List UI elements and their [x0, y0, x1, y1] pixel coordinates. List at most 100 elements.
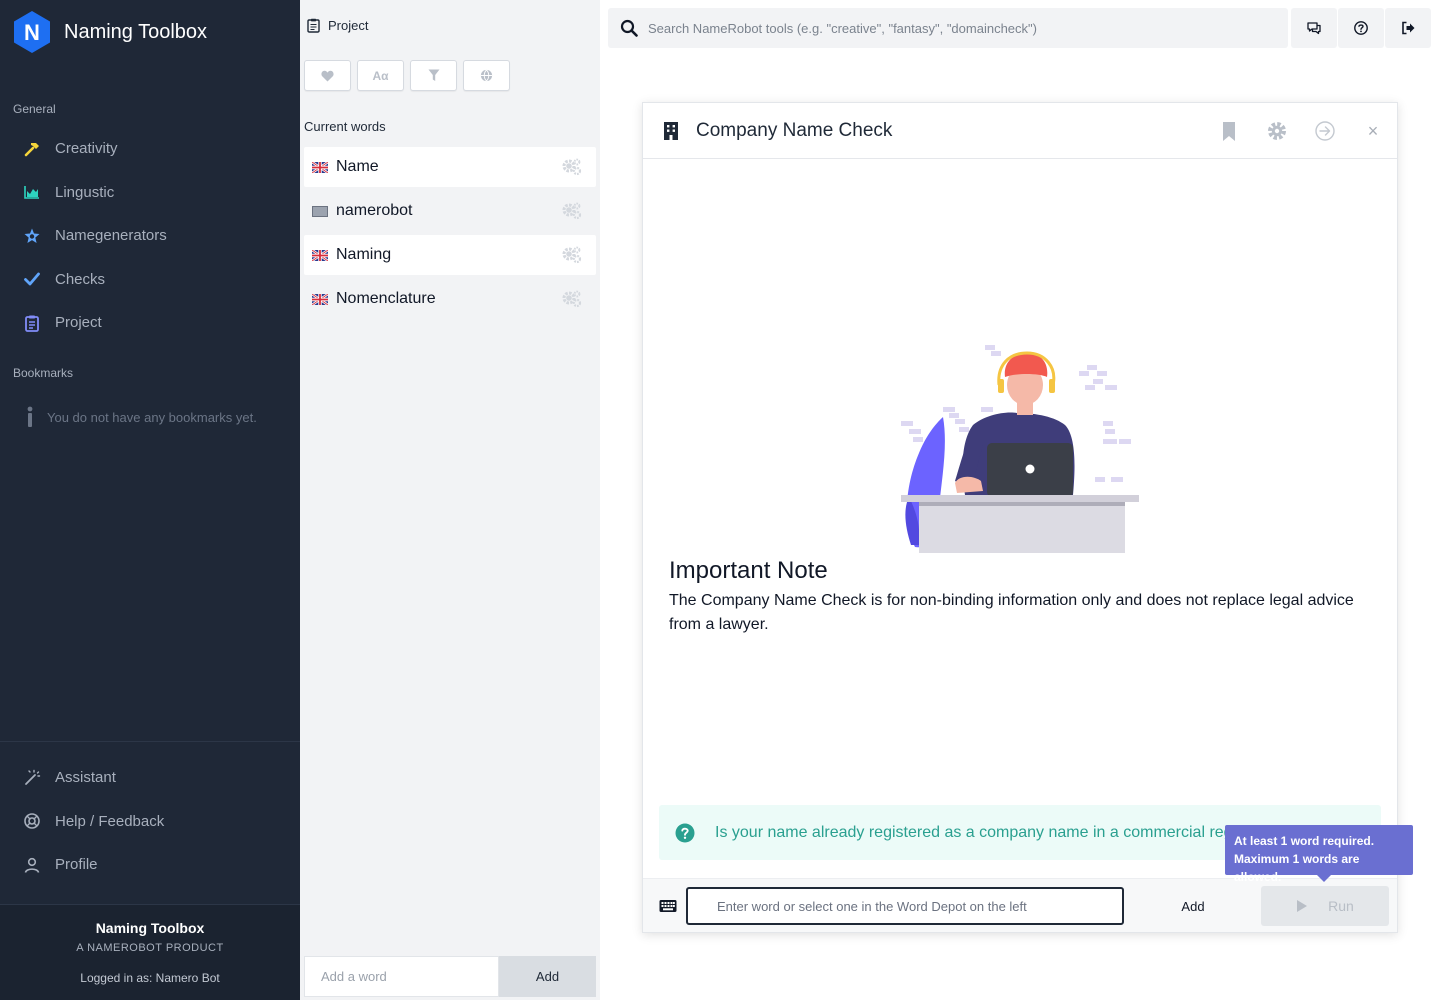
important-note-text: The Company Name Check is for non-bindin… [669, 592, 1354, 633]
word-item-nomenclature[interactable]: Nomenclature [304, 279, 596, 319]
word-item-namerobot[interactable]: namerobot [304, 191, 596, 231]
company-name-check-panel: Company Name Check × Important Note The … [642, 102, 1413, 933]
sidebar-footer: Naming Toolbox A NAMEROBOT PRODUCT Logge… [0, 904, 300, 1000]
cogs-icon[interactable] [562, 202, 582, 220]
feedback-chat-button[interactable] [1291, 8, 1337, 48]
close-icon: × [1367, 120, 1379, 141]
user-icon [23, 856, 41, 874]
uk-flag-icon [312, 293, 328, 305]
logout-button[interactable] [1385, 8, 1431, 48]
important-note-title: Important Note [669, 557, 828, 584]
word-label: Name [336, 158, 379, 175]
check-icon [23, 270, 41, 288]
sidebar-item-checks[interactable]: Checks [0, 258, 300, 302]
depot-title: Project [328, 18, 369, 33]
language-filter-button[interactable] [463, 60, 510, 91]
secondary-nav: Assistant Help / Feedback Profile [0, 741, 300, 887]
word-item-naming[interactable]: Naming [304, 235, 596, 275]
building-icon [664, 121, 678, 140]
sidebar-item-label: Checks [55, 270, 106, 288]
panel-header: Company Name Check × [643, 103, 1397, 159]
clipboard-icon [307, 18, 320, 33]
sidebar-item-lingustic[interactable]: Lingustic [0, 171, 300, 215]
magic-wand-icon [23, 769, 41, 787]
brand[interactable]: N Naming Toolbox [12, 10, 207, 54]
sidebar-item-project[interactable]: Project [0, 301, 300, 345]
chart-area-icon [23, 183, 41, 201]
check-word-input[interactable] [686, 887, 1124, 925]
word-label: Naming [336, 246, 392, 263]
run-button[interactable]: Run [1261, 886, 1389, 926]
favorites-filter-button[interactable] [304, 60, 351, 91]
hammer-icon [23, 140, 41, 158]
star-badge-icon [23, 227, 41, 245]
filter-button[interactable] [410, 60, 457, 91]
bookmark-icon [1223, 122, 1235, 141]
cogs-icon[interactable] [562, 290, 582, 308]
bookmarks-empty-text: You do not have any bookmarks yet. [47, 409, 257, 425]
depot-header: Project [307, 18, 368, 33]
person-at-laptop-illustration [901, 345, 1139, 553]
sidebar-item-creativity[interactable]: Creativity [0, 127, 300, 171]
no-language-flag-icon [312, 205, 328, 217]
logged-in-user: Logged in as: Namero Bot [80, 971, 220, 985]
add-word-input[interactable] [304, 956, 499, 997]
sidebar-item-label: Lingustic [55, 183, 115, 201]
footer-product-subtitle: A NAMEROBOT PRODUCT [76, 942, 224, 954]
word-item-name[interactable]: Name [304, 147, 596, 187]
info-icon [27, 406, 33, 427]
app-title: Naming Toolbox [64, 20, 208, 43]
add-check-word-button[interactable]: Add [1143, 887, 1243, 925]
uk-flag-icon [312, 249, 328, 261]
current-words-label: Current words [304, 119, 386, 134]
help-icon [1354, 21, 1368, 35]
uk-flag-icon [312, 161, 328, 173]
tool-description-text: Is your name already registered as a com… [715, 823, 1272, 841]
panel-title: Company Name Check [696, 119, 893, 141]
clipboard-icon [23, 314, 41, 332]
sidebar-item-label: Creativity [55, 140, 118, 158]
settings-button[interactable] [1265, 119, 1289, 143]
sidebar-item-label: Assistant [55, 769, 116, 787]
naming-toolbox-logo-icon: N [14, 11, 50, 53]
sidebar-item-assistant[interactable]: Assistant [0, 756, 300, 800]
word-label: namerobot [336, 202, 413, 219]
tool-search-input[interactable] [648, 20, 1268, 36]
word-label: Nomenclature [336, 290, 436, 307]
open-tool-button[interactable] [1313, 119, 1337, 143]
heart-icon [321, 70, 334, 81]
sidebar-item-profile[interactable]: Profile [0, 843, 300, 887]
search-icon [620, 19, 638, 37]
bookmark-button[interactable] [1217, 119, 1241, 143]
filter-icon [428, 69, 439, 81]
main-nav: Creativity Lingustic Namegenerators Chec… [0, 127, 300, 345]
font-case-icon: Aα [372, 68, 389, 83]
add-word-form: Add [304, 956, 596, 997]
keyboard-icon[interactable] [659, 899, 677, 913]
logo-letter: N [24, 20, 40, 45]
tool-search-bar [608, 8, 1288, 48]
section-label-bookmarks: Bookmarks [13, 366, 74, 380]
tooltip-line-min: At least 1 word required. [1234, 834, 1375, 848]
add-word-button[interactable]: Add [499, 956, 596, 997]
sidebar: N Naming Toolbox General Creativity Ling… [0, 0, 300, 1000]
logout-icon [1402, 21, 1415, 35]
sidebar-item-namegenerators[interactable]: Namegenerators [0, 214, 300, 258]
globe-icon [480, 69, 493, 82]
bookmarks-empty-message: You do not have any bookmarks yet. [25, 406, 257, 428]
close-button[interactable]: × [1361, 119, 1385, 143]
case-toggle-button[interactable]: Aα [357, 60, 404, 91]
cogs-icon[interactable] [562, 158, 582, 176]
sidebar-item-help-feedback[interactable]: Help / Feedback [0, 800, 300, 844]
help-button[interactable] [1338, 8, 1384, 48]
word-list: Name namerobot Naming Nomenclature [304, 147, 596, 323]
section-label-general: General [13, 102, 56, 116]
lifebuoy-icon [23, 812, 41, 830]
tooltip-line-max: Maximum 1 words are allowed. [1234, 852, 1360, 884]
sidebar-item-label: Profile [55, 856, 98, 874]
sidebar-item-label: Help / Feedback [55, 812, 165, 830]
comments-icon [1307, 22, 1321, 35]
sidebar-item-label: Namegenerators [55, 227, 167, 245]
run-button-label: Run [1328, 898, 1354, 914]
cogs-icon[interactable] [562, 246, 582, 264]
